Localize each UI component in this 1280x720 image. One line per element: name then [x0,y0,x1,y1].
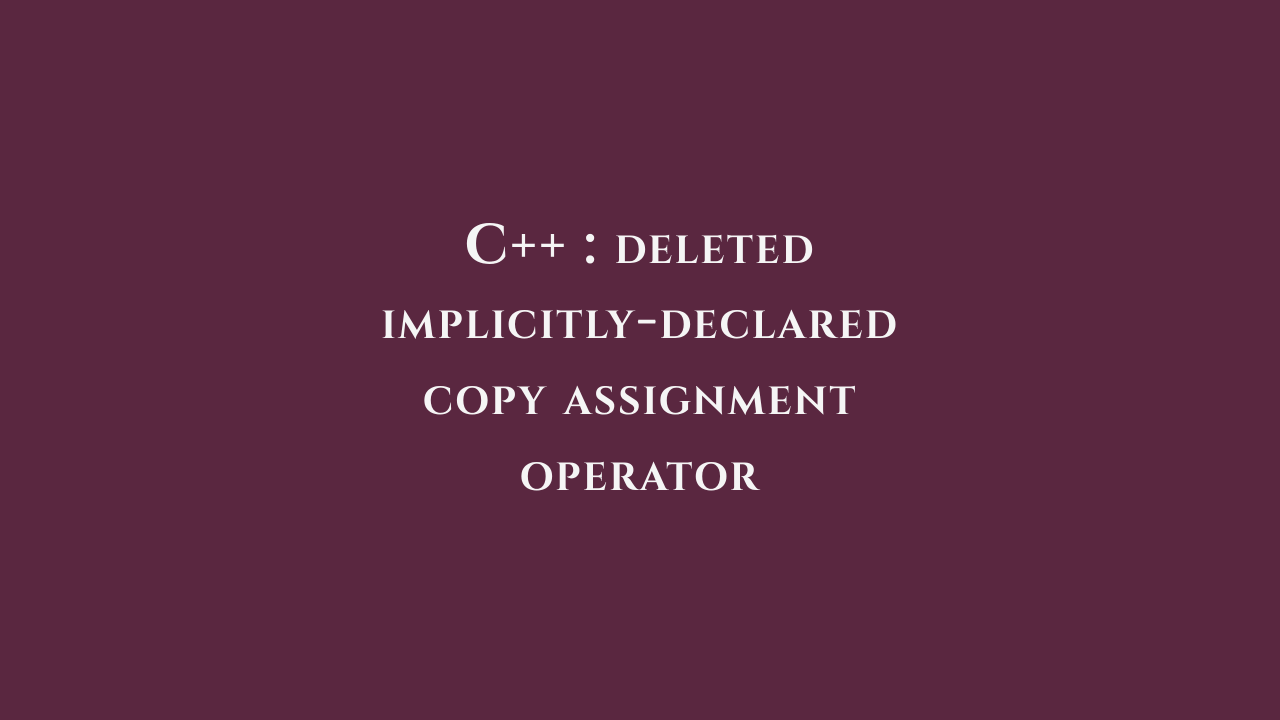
title-line-4: operator [381,436,899,512]
language-label: C++ [464,208,568,284]
title-word-1: Deleted [614,208,815,284]
title-card: C++ : Deleted implicitly-declared copy a… [381,209,899,511]
title-line-2: implicitly-declared [381,284,899,360]
title-line-3: copy assignment [381,360,899,436]
separator: : [568,208,614,284]
title-line-1: C++ : Deleted [381,209,899,285]
